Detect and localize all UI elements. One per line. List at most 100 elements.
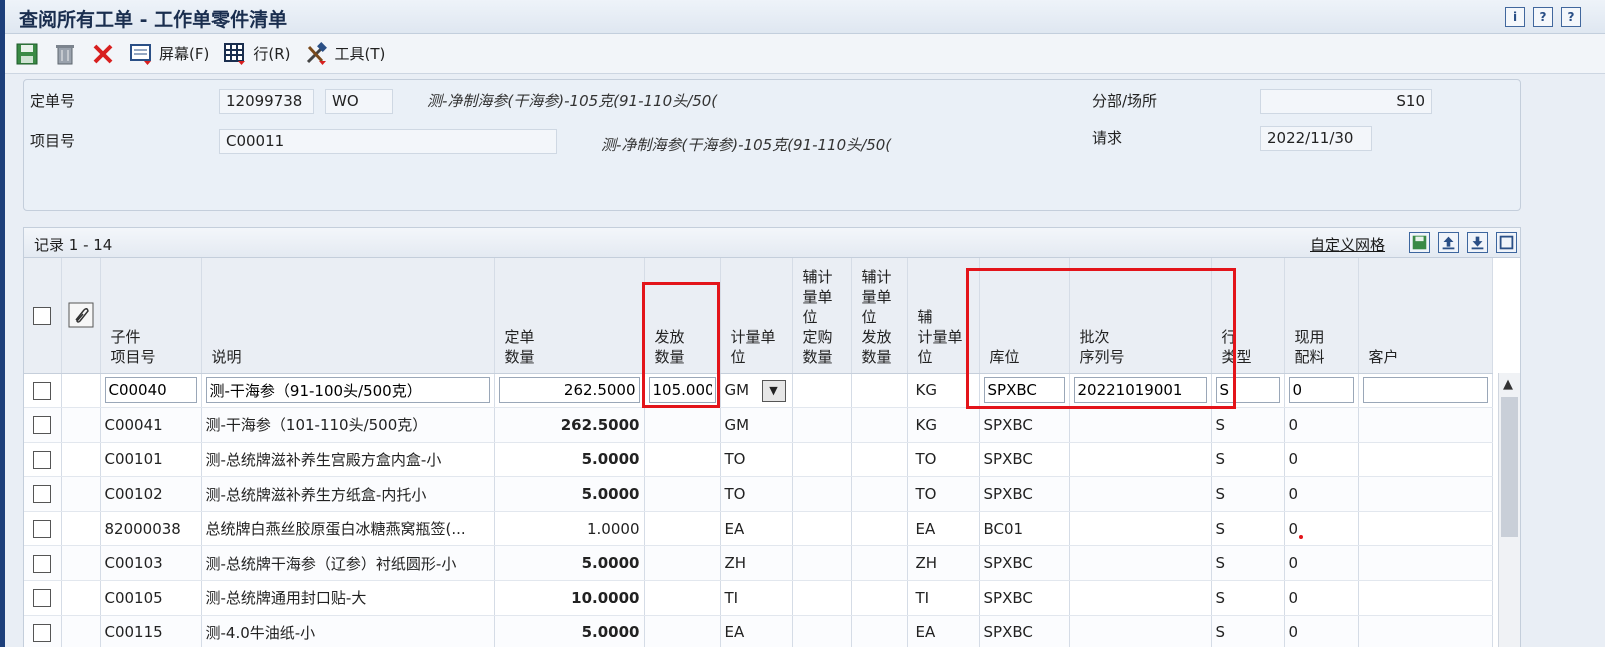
row-checkbox[interactable] — [33, 623, 52, 642]
col-secondary-order-qty[interactable]: 辅计 量单 位 定购 数量 — [792, 258, 852, 374]
item-no-cell: C00101 — [100, 442, 202, 478]
branch-label: 分部/场所 — [1092, 92, 1158, 110]
customer-cell — [1358, 442, 1493, 478]
tools-icon — [307, 41, 328, 65]
info-icon[interactable]: i — [1505, 7, 1525, 27]
order-type-field[interactable]: WO — [325, 89, 393, 114]
issue-qty-cell — [644, 442, 721, 478]
secondary-uom-cell: TO — [907, 442, 980, 478]
table-row-edit[interactable]: GM ▼ KG — [24, 373, 1493, 409]
order-qty-cell: 5.0000 — [494, 476, 645, 512]
row-checkbox[interactable] — [33, 589, 52, 608]
scrollbar-thumb[interactable] — [1501, 397, 1518, 537]
row-checkbox[interactable] — [33, 485, 52, 504]
select-all-checkbox[interactable] — [33, 306, 52, 325]
row-checkbox[interactable] — [33, 450, 52, 469]
active-ingredient-cell: 0 — [1284, 545, 1359, 582]
cancel-button[interactable] — [91, 42, 115, 66]
save-button[interactable] — [15, 42, 39, 66]
grid-toolbar: 记录 1 - 14 自定义网格 — [24, 228, 1520, 258]
table-row[interactable]: C00102 测-总统牌滋补养生方纸盒-内托小 5.0000 TO TO SPXBC S 0 — [24, 476, 1493, 512]
customer-cell — [1358, 580, 1493, 616]
uom-dropdown[interactable]: ▼ — [761, 379, 786, 402]
active-ingredient-cell: 0 — [1284, 580, 1359, 616]
description-cell: 测-总统牌通用封口贴-大 — [201, 580, 495, 616]
toolbar: 屏幕(F) 行(R) 工具(T) — [5, 34, 1605, 74]
uom-cell: ZH — [720, 545, 793, 582]
description-cell: 测-干海参（101-110头/500克） — [201, 407, 495, 443]
context-help-icon[interactable]: ? — [1561, 7, 1581, 27]
delete-button[interactable] — [53, 42, 77, 66]
request-date-field[interactable]: 2022/11/30 — [1260, 126, 1372, 151]
row-checkbox[interactable] — [33, 381, 52, 400]
lot-serial-cell — [1069, 476, 1212, 512]
export-icon[interactable] — [1438, 232, 1459, 253]
col-item-no[interactable]: 子件 项目号 — [100, 258, 202, 374]
maximize-icon[interactable] — [1496, 232, 1517, 253]
vertical-scrollbar[interactable]: ▲ — [1498, 373, 1520, 647]
line-type-cell: S — [1211, 407, 1285, 443]
row-menu-button[interactable]: 行(R) — [223, 42, 290, 66]
grid-save-icon[interactable] — [1409, 232, 1430, 253]
row-checkbox[interactable] — [33, 554, 52, 573]
order-qty-input[interactable] — [498, 377, 640, 404]
lot-serial-cell — [1069, 615, 1212, 647]
item-no-cell: 82000038 — [100, 511, 202, 547]
lot-serial-cell — [1069, 442, 1212, 478]
table-row[interactable]: C00115 测-4.0牛油纸-小 5.0000 EA EA SPXBC S 0 — [24, 615, 1493, 647]
order-qty-cell: 10.0000 — [494, 580, 645, 616]
order-no-label: 定单号 — [30, 92, 76, 110]
request-date-label: 请求 — [1092, 129, 1123, 147]
secondary-uom-cell: KG — [907, 407, 980, 443]
item-no-cell: C00041 — [100, 407, 202, 443]
close-icon — [93, 44, 113, 63]
order-qty-cell: 5.0000 — [494, 545, 645, 582]
branch-field[interactable]: S10 — [1260, 89, 1432, 114]
customer-cell — [1358, 545, 1493, 582]
col-active-ingredient[interactable]: 现用 配料 — [1284, 258, 1359, 374]
table-row[interactable]: C00103 测-总统牌干海参（辽参）衬纸圆形-小 5.0000 ZH ZH SPXBC S… — [24, 545, 1493, 582]
attachment-header — [61, 258, 101, 374]
uom-cell: TO — [720, 476, 793, 512]
item-no-input[interactable] — [104, 377, 197, 404]
highlight-box-issue-qty — [642, 282, 720, 408]
line-type-cell: S — [1211, 511, 1285, 547]
customer-cell — [1358, 407, 1493, 443]
import-icon[interactable] — [1467, 232, 1488, 253]
row-checkbox[interactable] — [33, 416, 52, 435]
table-row[interactable]: C00041 测-干海参（101-110头/500克） 262.5000 GM KG SP… — [24, 407, 1493, 443]
table-row[interactable]: 82000038 总统牌白燕丝胶原蛋白冰糖燕窝瓶签(... 1.0000 EA EA BC… — [24, 511, 1493, 547]
col-description[interactable]: 说明 — [201, 258, 495, 374]
tools-menu-button[interactable]: 工具(T) — [304, 41, 385, 66]
line-type-cell: S — [1211, 615, 1285, 647]
uom-cell: TO — [720, 442, 793, 478]
active-ingredient-cell: 0 — [1284, 407, 1359, 443]
row-checkbox[interactable] — [33, 519, 52, 538]
screen-menu-button[interactable]: 屏幕(F) — [129, 42, 209, 66]
description-cell: 总统牌白燕丝胶原蛋白冰糖燕窝瓶签(... — [201, 511, 495, 547]
description-input[interactable] — [205, 377, 490, 404]
attachment-icon[interactable] — [68, 302, 94, 328]
col-order-qty[interactable]: 定单 数量 — [494, 258, 645, 374]
order-no-field[interactable]: 12099738 — [219, 89, 314, 114]
select-all-header — [24, 258, 62, 374]
customer-cell — [1358, 615, 1493, 647]
scroll-up-icon[interactable]: ▲ — [1503, 377, 1513, 392]
table-row[interactable]: C00101 测-总统牌滋补养生宫殿方盒内盒-小 5.0000 TO TO SPXBC S 0 — [24, 442, 1493, 478]
active-ingredient-input[interactable] — [1288, 377, 1354, 404]
location-cell: BC01 — [979, 511, 1070, 547]
item-no-field[interactable]: C00011 — [219, 129, 557, 154]
col-uom[interactable]: 计量单 位 — [720, 258, 793, 374]
table-row[interactable]: C00105 测-总统牌通用封口贴-大 10.0000 TI TI SPXBC S 0 — [24, 580, 1493, 616]
help-icon[interactable]: ? — [1533, 7, 1553, 27]
right-margin — [1521, 74, 1605, 647]
col-customer[interactable]: 客户 — [1358, 258, 1493, 374]
lot-serial-cell — [1069, 580, 1212, 616]
secondary-uom-cell: TI — [907, 580, 980, 616]
window-title: 查阅所有工单 - 工作单零件清单 — [19, 9, 288, 31]
uom-cell: EA — [720, 615, 793, 647]
issue-qty-cell — [644, 545, 721, 582]
custom-grid-link[interactable]: 自定义网格 — [1310, 234, 1385, 255]
customer-input[interactable] — [1362, 377, 1488, 404]
col-secondary-issue-qty[interactable]: 辅计 量单 位 发放 数量 — [851, 258, 908, 374]
